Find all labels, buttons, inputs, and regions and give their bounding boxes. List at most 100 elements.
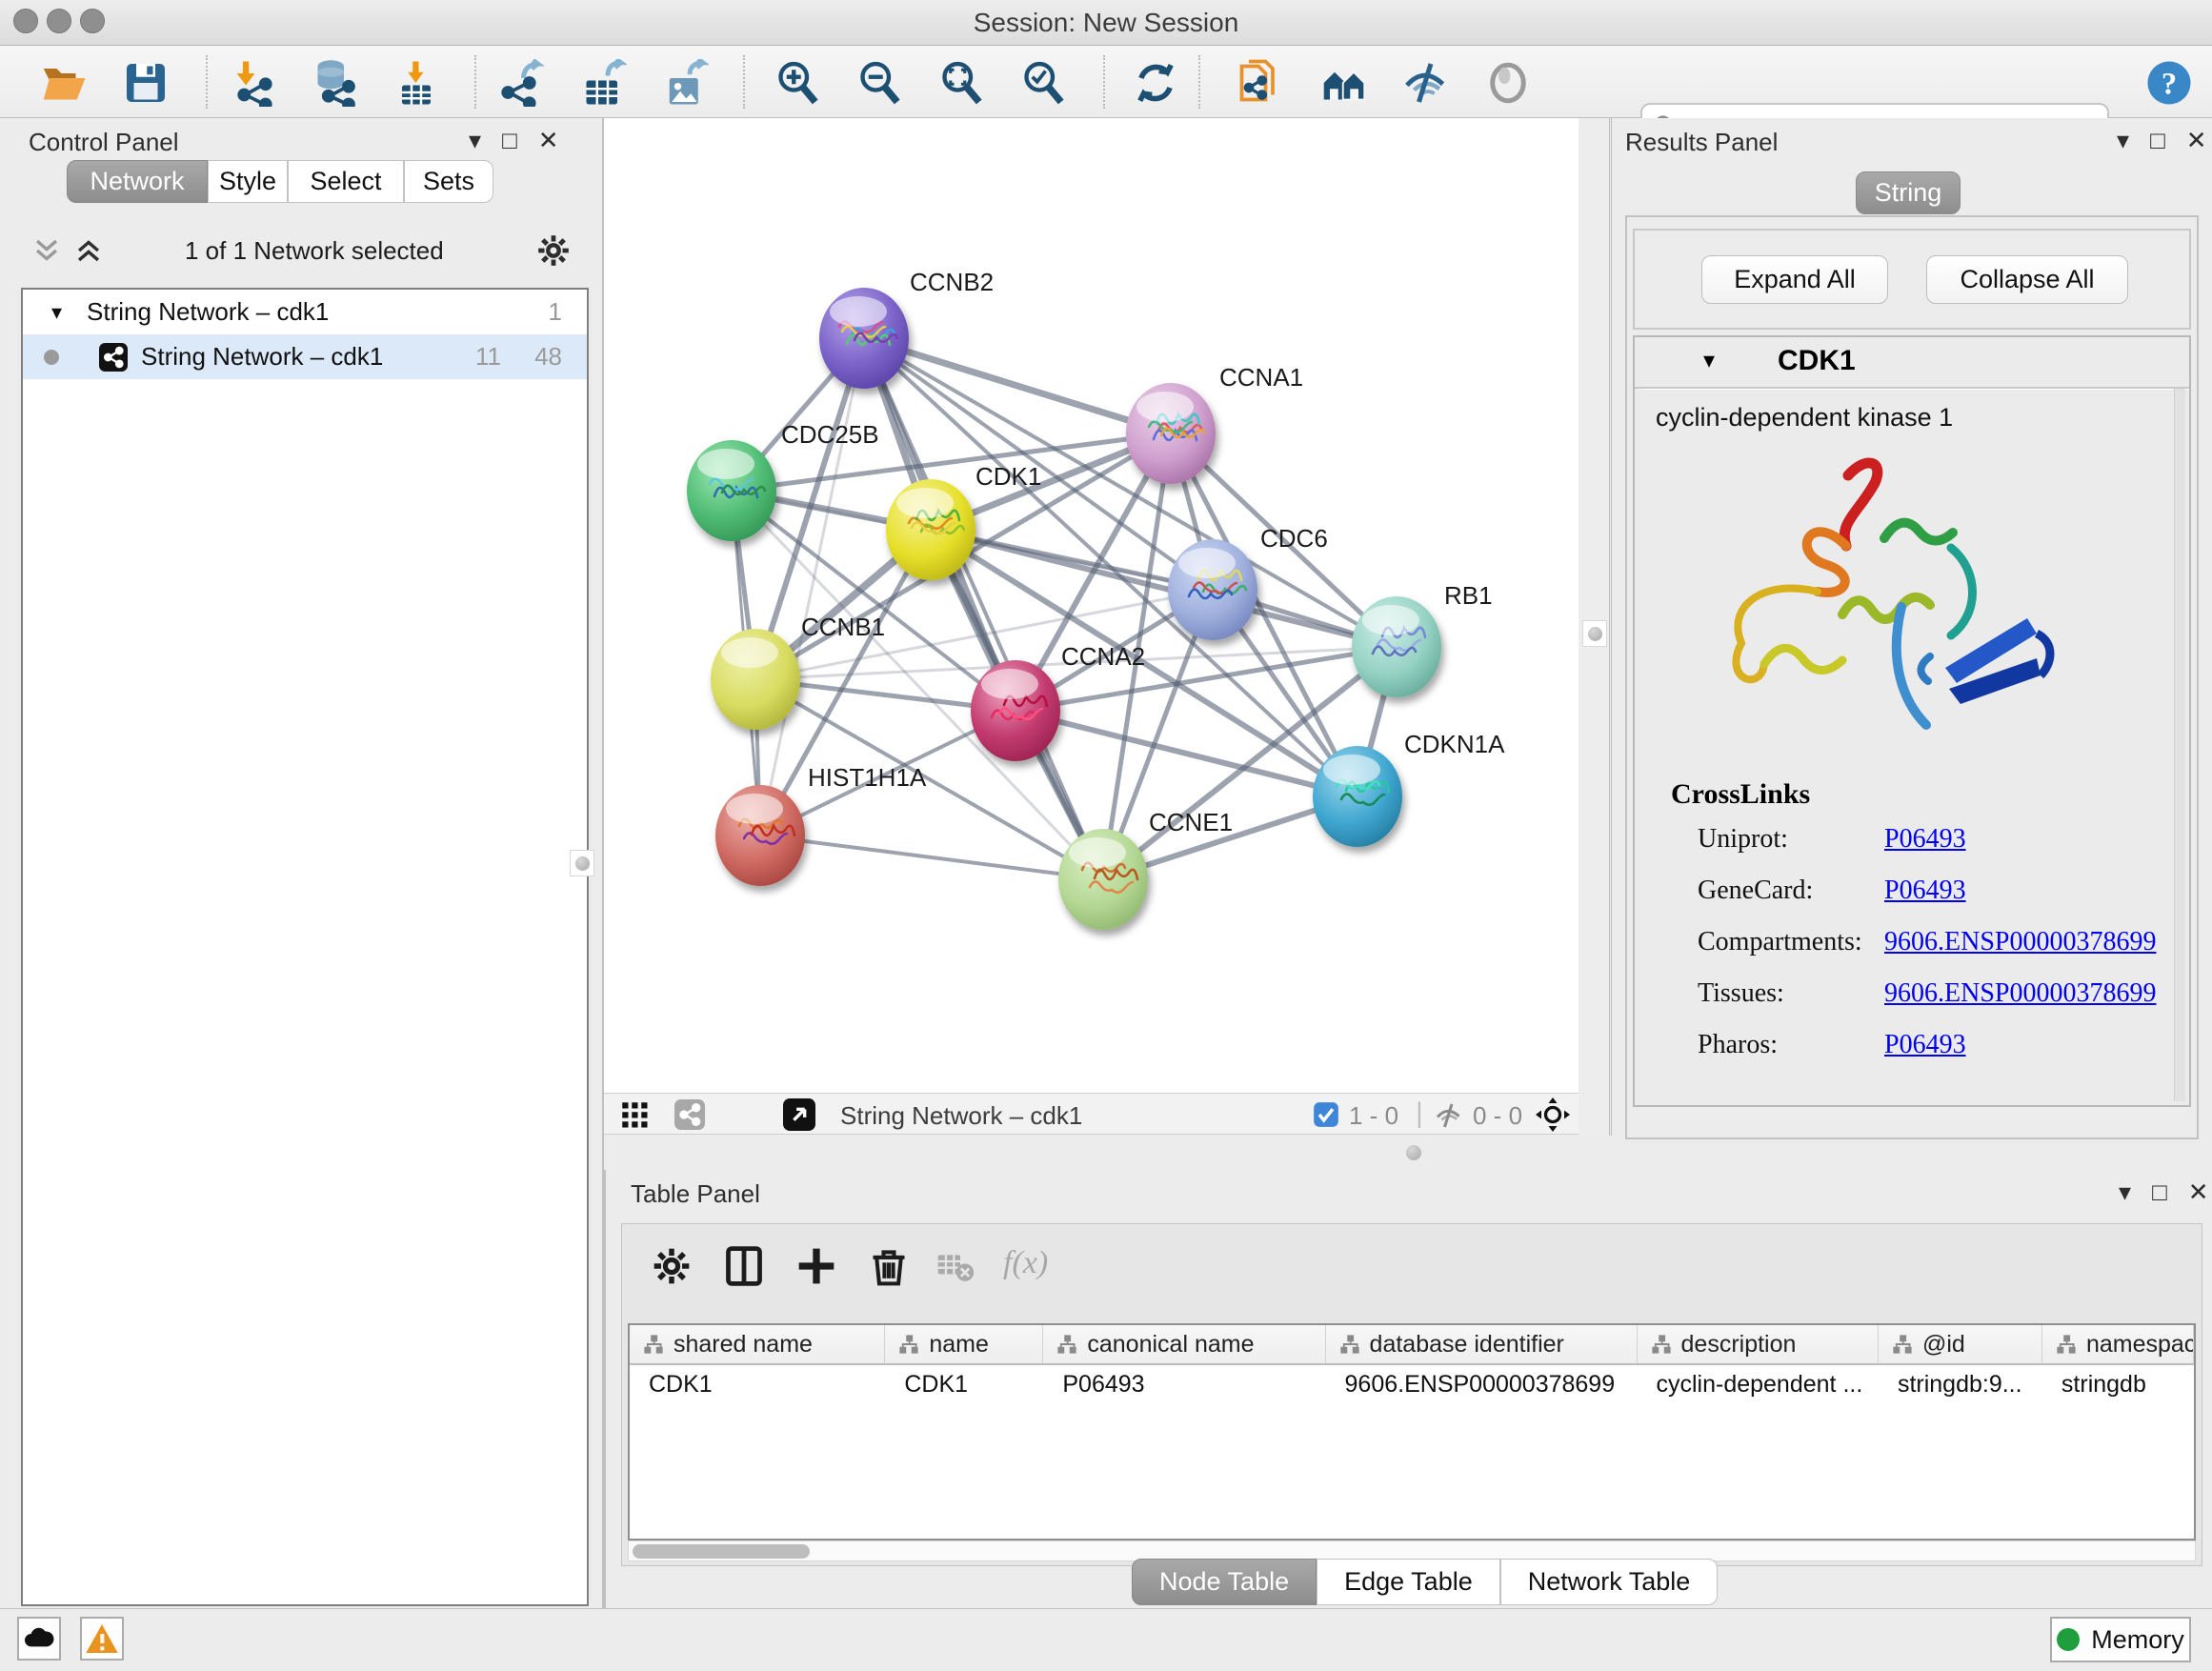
hide-selected-icon[interactable] bbox=[1402, 59, 1450, 107]
node-CDK1[interactable] bbox=[886, 479, 975, 580]
tab-network[interactable]: Network bbox=[67, 160, 208, 203]
tab-sets[interactable]: Sets bbox=[404, 160, 493, 203]
apply-layout-icon[interactable] bbox=[1132, 59, 1179, 107]
open-in-window-icon[interactable] bbox=[783, 1098, 815, 1131]
panel-collapse-icon[interactable]: ▾ bbox=[2117, 126, 2129, 154]
panel-close-icon[interactable]: ✕ bbox=[2188, 1178, 2209, 1206]
tab-node-table[interactable]: Node Table bbox=[1132, 1559, 1317, 1605]
save-session-icon[interactable] bbox=[122, 59, 170, 107]
column-header-id[interactable]: @id bbox=[1879, 1325, 2042, 1363]
panel-float-icon[interactable]: □ bbox=[2152, 1178, 2167, 1206]
network-collection-row[interactable]: ▾ String Network – cdk1 1 bbox=[23, 290, 587, 334]
panel-float-icon[interactable]: □ bbox=[2150, 126, 2165, 154]
results-scrollbar[interactable] bbox=[2174, 389, 2185, 1101]
show-all-icon[interactable] bbox=[1484, 59, 1532, 107]
table-cell[interactable]: cyclin-dependent ... bbox=[1637, 1365, 1878, 1405]
table-cell[interactable]: P06493 bbox=[1043, 1365, 1325, 1405]
node-CDC6[interactable] bbox=[1168, 539, 1257, 640]
collapse-all-button[interactable]: Collapse All bbox=[1926, 255, 2128, 304]
expand-all-icon[interactable] bbox=[72, 234, 105, 267]
tab-string[interactable]: String bbox=[1856, 171, 1961, 214]
zoom-in-icon[interactable] bbox=[774, 59, 821, 107]
string-style-icon[interactable] bbox=[674, 1099, 705, 1130]
table-cell[interactable]: 9606.ENSP00000378699 bbox=[1326, 1365, 1638, 1405]
function-builder-icon[interactable]: f(x) bbox=[1003, 1245, 1089, 1287]
collapse-all-icon[interactable] bbox=[30, 234, 63, 267]
tree-expand-icon[interactable]: ▾ bbox=[51, 300, 62, 325]
tab-select[interactable]: Select bbox=[288, 160, 404, 203]
tab-network-table[interactable]: Network Table bbox=[1500, 1559, 1719, 1605]
open-session-icon[interactable] bbox=[40, 59, 88, 107]
panel-splitter-handle[interactable] bbox=[1582, 620, 1607, 647]
help-icon[interactable]: ? bbox=[2145, 59, 2193, 107]
cloud-status-button[interactable] bbox=[17, 1617, 61, 1661]
column-header-description[interactable]: description bbox=[1638, 1325, 1879, 1363]
panel-splitter-handle[interactable] bbox=[570, 850, 594, 876]
select-columns-icon[interactable] bbox=[723, 1245, 765, 1287]
panel-collapse-icon[interactable]: ▾ bbox=[2119, 1178, 2131, 1206]
export-image-icon[interactable] bbox=[661, 59, 709, 107]
export-table-icon[interactable] bbox=[579, 59, 627, 107]
splitter-dot[interactable] bbox=[1406, 1145, 1421, 1160]
scrollbar-thumb[interactable] bbox=[633, 1544, 810, 1559]
tab-style[interactable]: Style bbox=[208, 160, 288, 203]
import-network-database-icon[interactable] bbox=[311, 59, 358, 107]
horizontal-splitter[interactable] bbox=[604, 1136, 2212, 1170]
import-table-icon[interactable] bbox=[392, 59, 440, 107]
birdseye-grid-icon[interactable] bbox=[621, 1101, 650, 1130]
table-cell[interactable]: stringdb bbox=[2042, 1365, 2194, 1405]
zoom-selected-icon[interactable] bbox=[1019, 59, 1067, 107]
table-row[interactable]: CDK1CDK1P064939606.ENSP00000378699cyclin… bbox=[630, 1365, 2194, 1405]
memory-button[interactable]: Memory bbox=[2050, 1617, 2191, 1662]
crosslink-link[interactable]: 9606.ENSP00000378699 bbox=[1884, 978, 2156, 1009]
column-header-name[interactable]: name bbox=[885, 1325, 1043, 1363]
edge-CCNB2-CCNE1[interactable] bbox=[864, 338, 1103, 879]
node-CCNA2[interactable] bbox=[971, 660, 1060, 761]
network-row[interactable]: String Network – cdk1 11 48 bbox=[23, 334, 587, 379]
node-CCNB1[interactable] bbox=[711, 629, 800, 730]
column-header-canonical-name[interactable]: canonical name bbox=[1043, 1325, 1325, 1363]
crosslink-link[interactable]: P06493 bbox=[1884, 876, 1966, 906]
table-settings-gear-icon[interactable] bbox=[651, 1245, 693, 1287]
node-CDC25B[interactable] bbox=[687, 440, 776, 541]
node-CCNB2[interactable] bbox=[819, 288, 909, 389]
import-network-file-icon[interactable] bbox=[229, 59, 276, 107]
expand-all-button[interactable]: Expand All bbox=[1701, 255, 1888, 304]
create-column-plus-icon[interactable] bbox=[795, 1245, 837, 1287]
new-network-from-selection-icon[interactable] bbox=[1235, 59, 1282, 107]
column-header-database-identifier[interactable]: database identifier bbox=[1326, 1325, 1638, 1363]
edge-CCNB2-CCNA1[interactable] bbox=[864, 338, 1171, 433]
edge-HIST1H1A-CCNE1[interactable] bbox=[760, 836, 1103, 879]
table-cell[interactable]: stringdb:9... bbox=[1879, 1365, 2042, 1405]
reposition-crosshair-icon[interactable] bbox=[1536, 1097, 1570, 1132]
crosslink-link[interactable]: 9606.ENSP00000378699 bbox=[1884, 927, 2156, 957]
crosslink-link[interactable]: P06493 bbox=[1884, 1030, 1966, 1060]
node-CDKN1A[interactable] bbox=[1313, 746, 1402, 847]
column-header-shared-name[interactable]: shared name bbox=[630, 1325, 885, 1363]
hidden-eye-icon[interactable] bbox=[1435, 1101, 1463, 1130]
edge-CCNB2-HIST1H1A[interactable] bbox=[760, 338, 864, 836]
zoom-out-icon[interactable] bbox=[855, 59, 903, 107]
node-CCNA1[interactable] bbox=[1126, 383, 1216, 484]
tab-edge-table[interactable]: Edge Table bbox=[1317, 1559, 1500, 1605]
table-cell[interactable]: CDK1 bbox=[630, 1365, 885, 1405]
export-network-icon[interactable] bbox=[497, 59, 545, 107]
delete-column-trash-icon[interactable] bbox=[868, 1245, 910, 1287]
warning-status-button[interactable] bbox=[80, 1617, 124, 1661]
node-HIST1H1A[interactable] bbox=[715, 785, 805, 886]
delete-table-icon[interactable] bbox=[936, 1245, 975, 1287]
vertical-splitter[interactable] bbox=[1579, 118, 1612, 1136]
first-neighbors-icon[interactable] bbox=[1320, 59, 1368, 107]
section-expand-icon[interactable]: ▾ bbox=[1703, 347, 1715, 374]
gene-section-header[interactable]: ▾ CDK1 bbox=[1635, 337, 2189, 389]
network-options-gear-icon[interactable] bbox=[535, 232, 572, 269]
crosslink-link[interactable]: P06493 bbox=[1884, 824, 1966, 855]
table-cell[interactable]: CDK1 bbox=[885, 1365, 1043, 1405]
network-canvas[interactable]: CCNB2CCNA1CDC25BCDK1CDC6RB1CCNB1CCNA2CDK… bbox=[604, 118, 1579, 1093]
panel-collapse-icon[interactable]: ▾ bbox=[469, 126, 481, 154]
zoom-fit-icon[interactable] bbox=[937, 59, 985, 107]
panel-float-icon[interactable]: □ bbox=[502, 126, 517, 154]
column-header-namespace[interactable]: namespace bbox=[2042, 1325, 2194, 1363]
node-RB1[interactable] bbox=[1352, 596, 1441, 697]
node-CCNE1[interactable] bbox=[1058, 829, 1148, 930]
